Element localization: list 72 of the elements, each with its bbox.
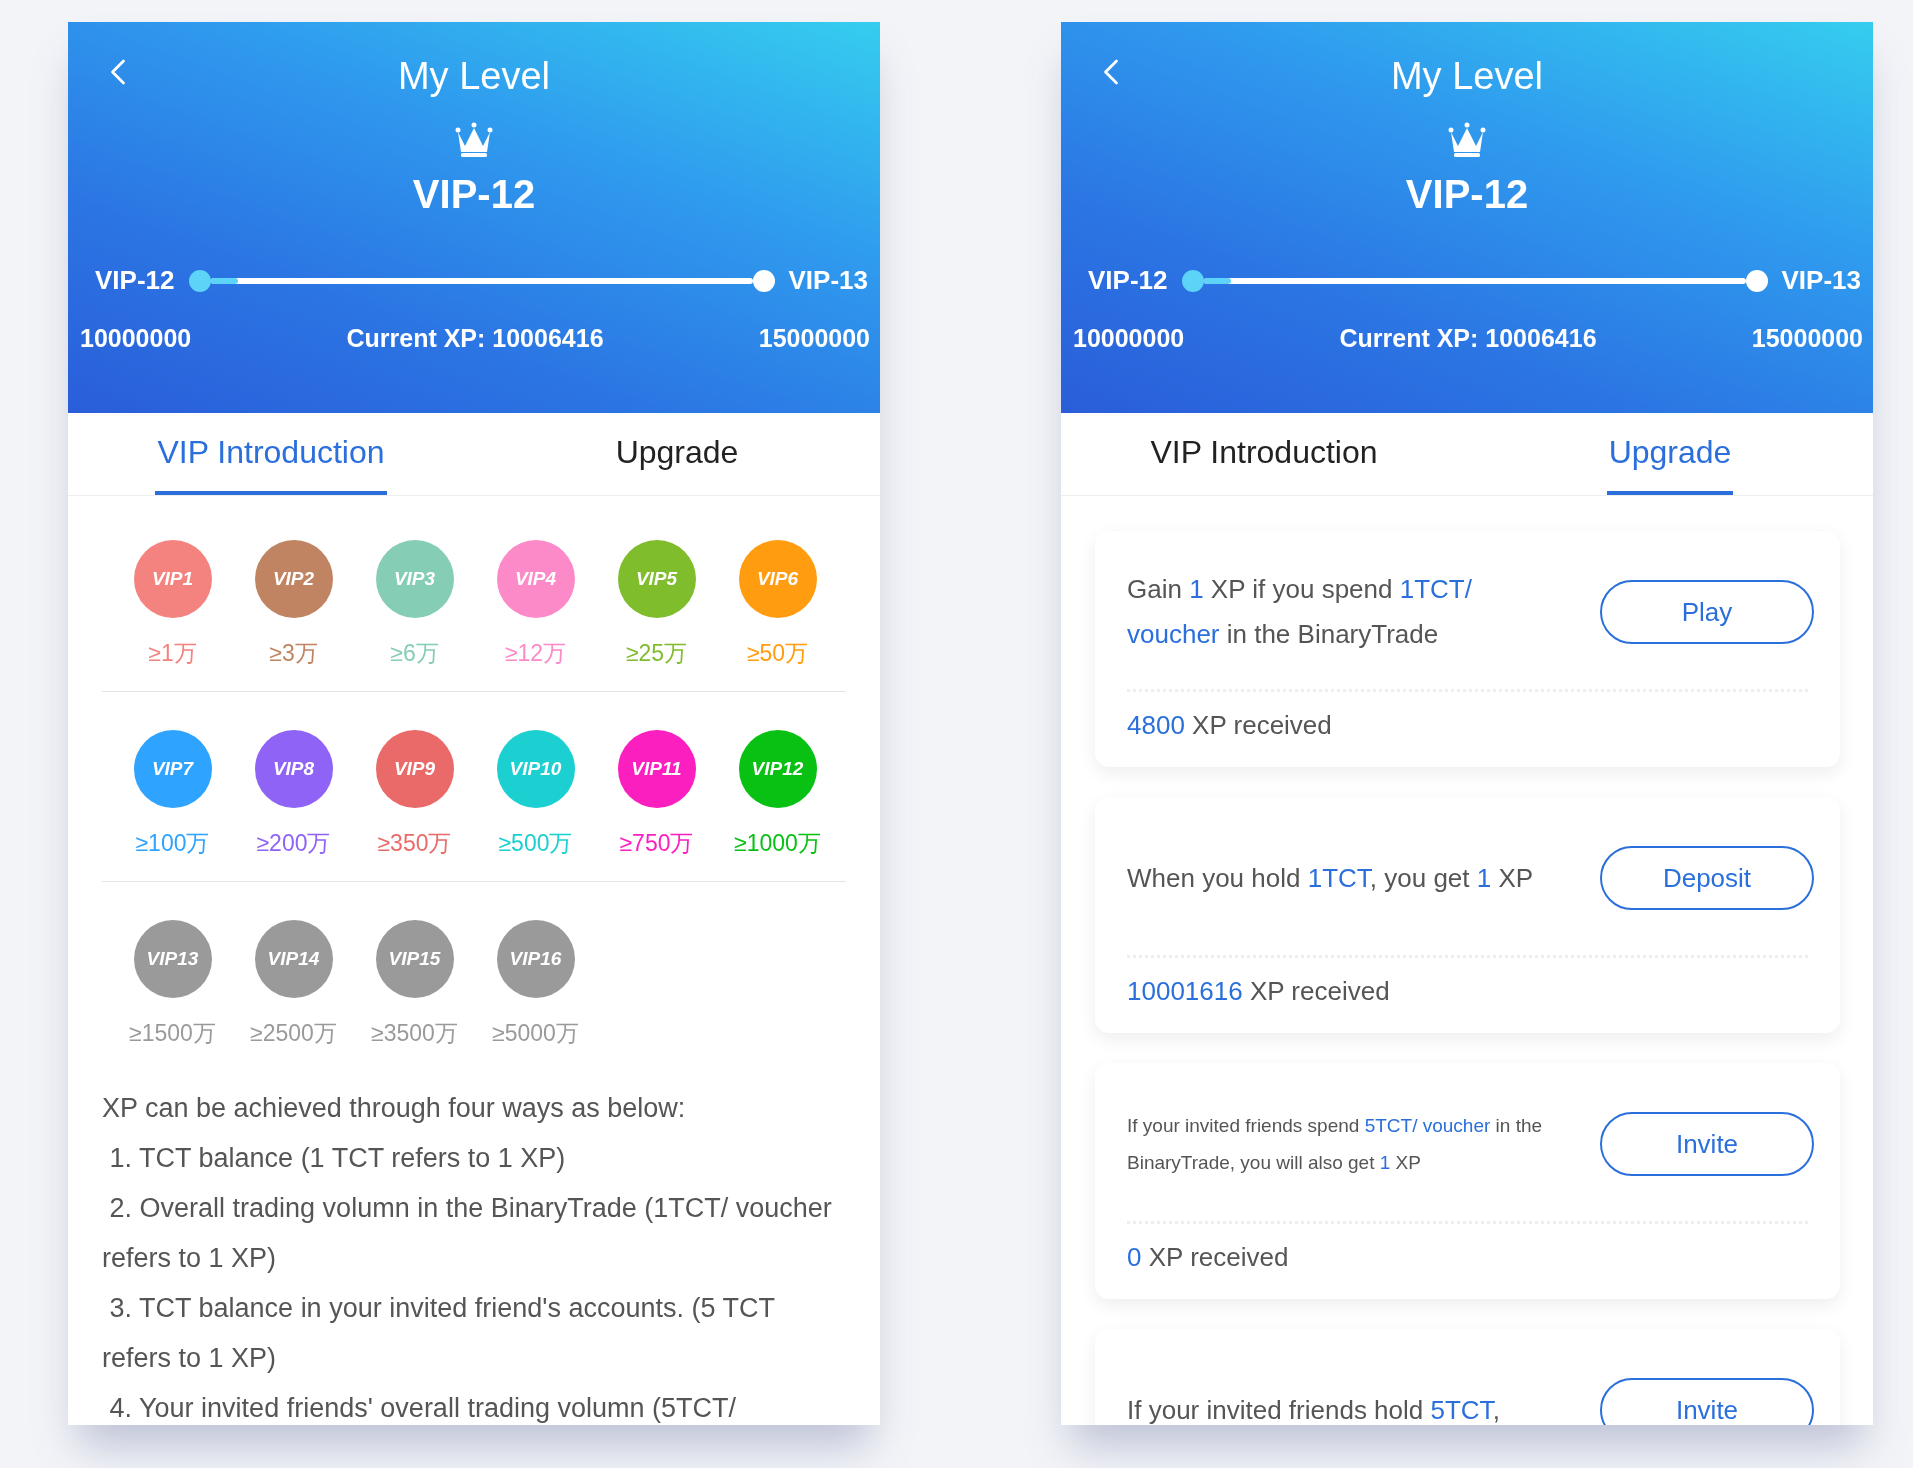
vip-badge: VIP2 bbox=[254, 540, 333, 618]
vip-badge: VIP11 bbox=[617, 730, 696, 808]
task-description: If your invited friends hold 5TCT, bbox=[1127, 1393, 1501, 1425]
intro-paragraph: 2. Overall trading volumn in the BinaryTrade (1TCT/ voucher refers to 1 XP) bbox=[102, 1192, 833, 1275]
level-name: VIP-12 bbox=[412, 172, 536, 217]
intro-paragraph: 4. Your invited friends' overall trading volumn (5TCT/ bbox=[108, 1392, 737, 1425]
vip-badge: VIP7 bbox=[133, 730, 212, 808]
intro-paragraph: 1. TCT balance (1 TCT refers to 1 XP) bbox=[108, 1142, 567, 1175]
xp-received: 4800 XP received bbox=[1126, 709, 1333, 742]
vip-badge: VIP5 bbox=[617, 540, 696, 618]
vip-badge: VIP9 bbox=[375, 730, 454, 808]
vip-threshold: ≥6万 bbox=[390, 639, 439, 668]
progress-end-dot bbox=[1745, 269, 1768, 292]
next-level: VIP-13 bbox=[1781, 265, 1861, 296]
vip-threshold: ≥200万 bbox=[256, 829, 331, 858]
vip-threshold: ≥25万 bbox=[625, 639, 688, 668]
vip-threshold: ≥100万 bbox=[135, 829, 210, 858]
vip-badge: VIP14 bbox=[254, 920, 333, 998]
vip-threshold: ≥2500万 bbox=[250, 1019, 337, 1048]
vip-threshold: ≥3500万 bbox=[371, 1019, 458, 1048]
vip-threshold: ≥12万 bbox=[504, 639, 567, 668]
tab[interactable]: VIP Introduction bbox=[155, 413, 387, 495]
level-name: VIP-12 bbox=[1405, 172, 1529, 217]
vip-badge: VIP6 bbox=[738, 540, 817, 618]
crown-icon bbox=[455, 122, 493, 158]
vip-threshold: ≥500万 bbox=[498, 829, 573, 858]
vip-badge: VIP15 bbox=[375, 920, 454, 998]
tab[interactable]: Upgrade bbox=[613, 413, 741, 495]
vip-badge: VIP4 bbox=[496, 540, 575, 618]
task-description: Gain 1 XP if you spend 1TCT/ voucher in the BinaryTrade bbox=[1127, 573, 1473, 651]
progress-start-dot bbox=[1181, 269, 1204, 292]
min-xp: 10000000 bbox=[1073, 324, 1185, 353]
vip-threshold: ≥1000万 bbox=[734, 829, 821, 858]
action-button[interactable]: Play bbox=[1600, 580, 1814, 644]
current-xp: Current XP: 10006416 bbox=[1339, 324, 1597, 353]
current-level: VIP-12 bbox=[95, 265, 175, 296]
vip-badge: VIP8 bbox=[254, 730, 333, 808]
vip-badge: VIP12 bbox=[738, 730, 817, 808]
task-description: When you hold 1TCT, you get 1 XP bbox=[1127, 861, 1535, 895]
page-title: My Level bbox=[1390, 54, 1544, 98]
task-description: If your invited friends spend 5TCT/ voucher in the BinaryTrade, you will also get 1 XP bbox=[1127, 1114, 1544, 1175]
vip-threshold: ≥3万 bbox=[269, 639, 318, 668]
vip-badge: VIP3 bbox=[375, 540, 454, 618]
vip-threshold: ≥1万 bbox=[148, 639, 197, 668]
progress-start-dot bbox=[188, 269, 211, 292]
progress-end-dot bbox=[752, 269, 775, 292]
tab[interactable]: Upgrade bbox=[1606, 413, 1734, 495]
xp-received: 0 XP received bbox=[1126, 1241, 1290, 1274]
min-xp: 10000000 bbox=[80, 324, 192, 353]
vip-badge: VIP10 bbox=[496, 730, 575, 808]
vip-threshold: ≥750万 bbox=[619, 829, 694, 858]
action-button[interactable]: Invite bbox=[1600, 1378, 1814, 1425]
action-button[interactable]: Invite bbox=[1600, 1112, 1814, 1176]
vip-badge: VIP13 bbox=[133, 920, 212, 998]
page-title: My Level bbox=[397, 54, 551, 98]
vip-badge: VIP1 bbox=[133, 540, 212, 618]
intro-paragraph: 3. TCT balance in your invited friend's accounts. (5 TCT refers to 1 XP) bbox=[102, 1292, 776, 1375]
xp-received: 10001616 XP received bbox=[1126, 975, 1391, 1008]
vip-threshold: ≥50万 bbox=[746, 639, 809, 668]
vip-threshold: ≥350万 bbox=[377, 829, 452, 858]
vip-threshold: ≥5000万 bbox=[492, 1019, 579, 1048]
tab[interactable]: VIP Introduction bbox=[1148, 413, 1380, 495]
crown-icon bbox=[1448, 122, 1486, 158]
vip-badge: VIP16 bbox=[496, 920, 575, 998]
intro-paragraph: XP can be achieved through four ways as below: bbox=[102, 1092, 687, 1125]
current-xp: Current XP: 10006416 bbox=[346, 324, 604, 353]
current-level: VIP-12 bbox=[1088, 265, 1168, 296]
vip-threshold: ≥1500万 bbox=[129, 1019, 216, 1048]
action-button[interactable]: Deposit bbox=[1600, 846, 1814, 910]
next-level: VIP-13 bbox=[788, 265, 868, 296]
max-xp: 15000000 bbox=[758, 324, 870, 353]
max-xp: 15000000 bbox=[1751, 324, 1863, 353]
